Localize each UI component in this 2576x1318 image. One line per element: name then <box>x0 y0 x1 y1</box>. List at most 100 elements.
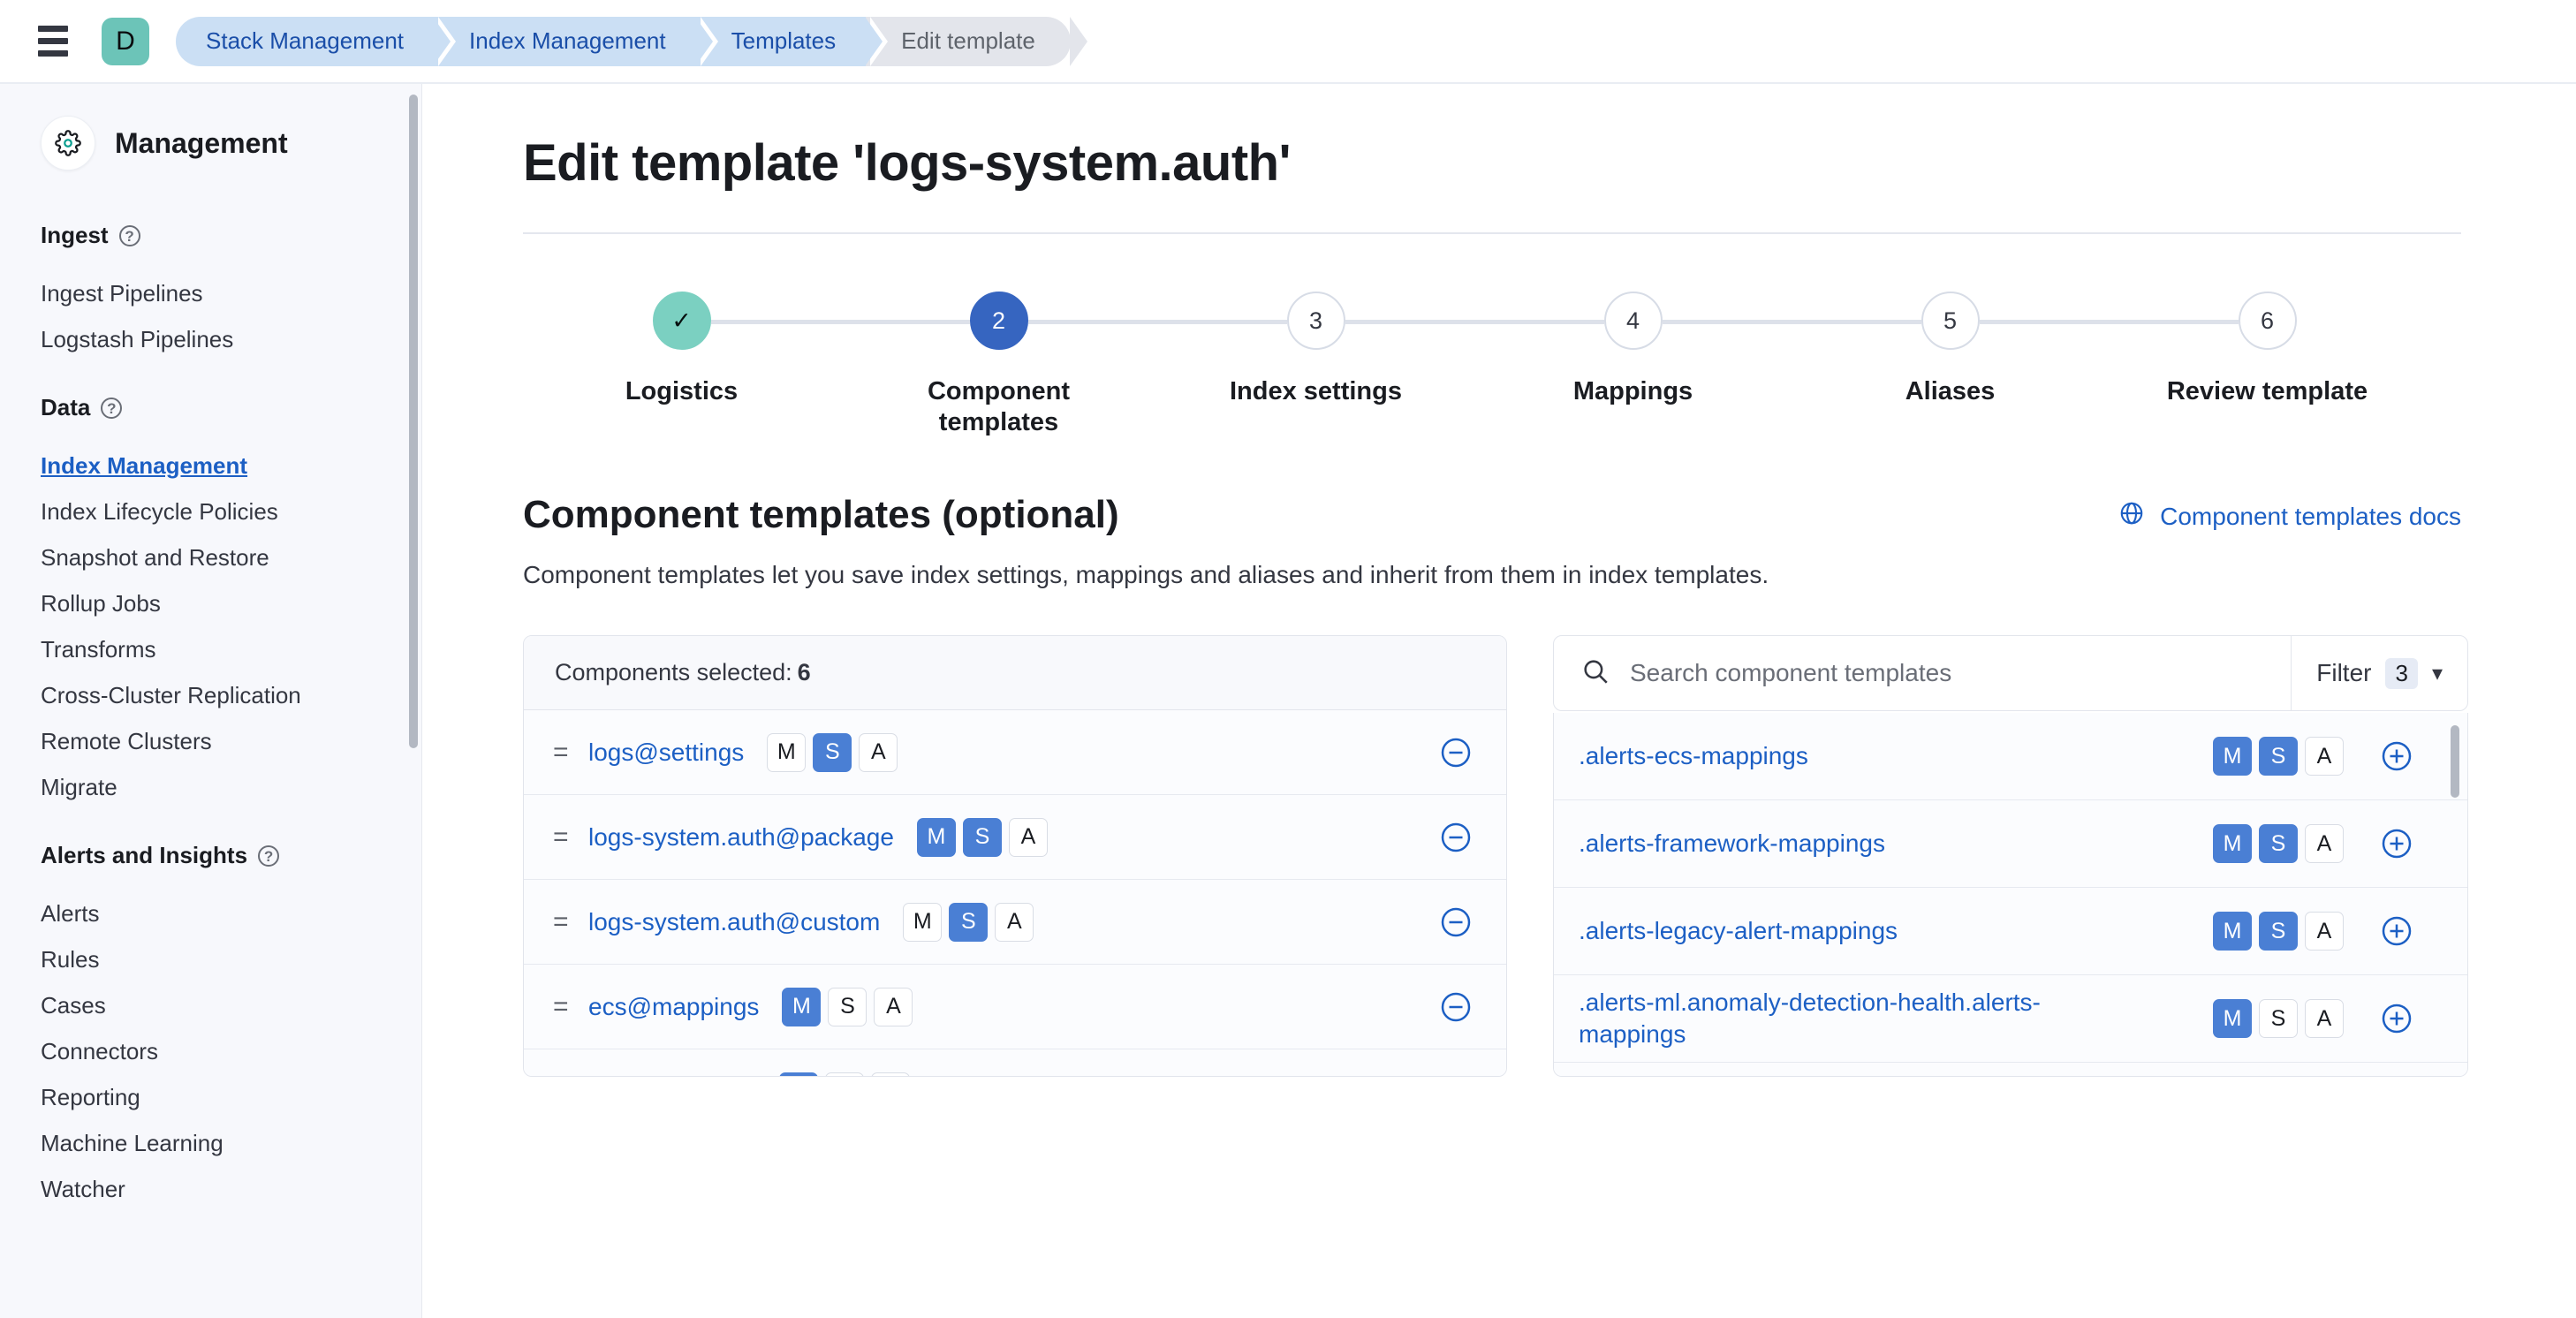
component-name-link[interactable]: ecs@mappings <box>588 993 759 1021</box>
badge-settings[interactable]: S <box>962 817 1002 857</box>
badge-mappings[interactable]: M <box>767 732 807 772</box>
sidebar-group-label: Data <box>41 394 91 420</box>
breadcrumb-item-templates[interactable]: Templates <box>695 16 888 66</box>
badge-mappings[interactable]: M <box>903 902 943 942</box>
sidebar-scrollbar[interactable] <box>409 95 418 748</box>
selected-components-label: Components selected: <box>555 659 792 686</box>
badge-mappings[interactable]: M <box>2213 912 2252 951</box>
plus-circle-icon[interactable] <box>2377 912 2416 951</box>
sidebar-item-machine-learning[interactable]: Machine Learning <box>41 1120 421 1166</box>
filter-button[interactable]: Filter 3 ▾ <box>2291 636 2467 710</box>
step-circle: 2 <box>969 292 1028 350</box>
badge-settings[interactable]: S <box>2259 824 2298 863</box>
badge-settings[interactable]: S <box>949 902 989 942</box>
plus-circle-icon[interactable] <box>2377 824 2416 863</box>
step-logistics[interactable]: ✓ Logistics <box>523 292 840 439</box>
drag-handle-icon[interactable]: = <box>553 822 588 852</box>
badge-aliases[interactable]: A <box>2305 824 2344 863</box>
minus-circle-icon[interactable] <box>1436 903 1475 942</box>
sidebar-item-transforms[interactable]: Transforms <box>41 626 421 672</box>
drag-handle-icon[interactable]: = <box>553 738 588 768</box>
badge-mappings[interactable]: M <box>778 1072 818 1076</box>
component-name-link[interactable]: logs-system.auth@custom <box>588 908 880 936</box>
minus-circle-icon[interactable] <box>1436 1072 1475 1077</box>
badge-aliases[interactable]: A <box>2305 999 2344 1038</box>
step-aliases[interactable]: 5 Aliases <box>1792 292 2109 439</box>
component-templates-docs-link[interactable]: Component templates docs <box>2118 500 2461 533</box>
sidebar-item-rules[interactable]: Rules <box>41 936 421 982</box>
badge-settings[interactable]: S <box>824 1072 864 1076</box>
badge-settings[interactable]: S <box>828 987 868 1026</box>
drag-handle-icon[interactable]: = <box>553 907 588 937</box>
avatar[interactable]: D <box>102 17 149 65</box>
sidebar-item-alerts[interactable]: Alerts <box>41 890 421 936</box>
sidebar-item-migrate[interactable]: Migrate <box>41 764 421 810</box>
results-scrollbar[interactable] <box>2451 725 2459 798</box>
component-name-link[interactable]: .alerts-ml.anomaly-detection-health.aler… <box>1579 987 2144 1051</box>
badge-group: M S A <box>2213 999 2344 1038</box>
breadcrumb-item-index-management[interactable]: Index Management <box>434 16 718 66</box>
minus-circle-icon[interactable] <box>1436 818 1475 857</box>
drag-handle-icon[interactable]: = <box>553 1077 588 1078</box>
badge-aliases[interactable]: A <box>2305 912 2344 951</box>
sidebar-item-reporting[interactable]: Reporting <box>41 1074 421 1120</box>
sidebar-group-label: Ingest <box>41 222 109 248</box>
badge-mappings[interactable]: M <box>2213 999 2252 1038</box>
step-mappings[interactable]: 4 Mappings <box>1474 292 1792 439</box>
sidebar-item-ingest-pipelines[interactable]: Ingest Pipelines <box>41 270 421 316</box>
badge-mappings[interactable]: M <box>916 817 956 857</box>
sidebar-item-logstash-pipelines[interactable]: Logstash Pipelines <box>41 316 421 362</box>
help-icon[interactable]: ? <box>258 845 280 867</box>
component-name-link[interactable]: .alerts-legacy-alert-mappings <box>1579 915 1898 947</box>
minus-circle-icon[interactable] <box>1436 733 1475 772</box>
plus-circle-icon[interactable] <box>2377 737 2416 776</box>
wizard-stepper: ✓ Logistics 2 Component templates 3 Inde… <box>523 292 2426 442</box>
sidebar-item-index-lifecycle-policies[interactable]: Index Lifecycle Policies <box>41 489 421 534</box>
badge-aliases[interactable]: A <box>859 732 898 772</box>
step-component-templates[interactable]: 2 Component templates <box>840 292 1157 439</box>
table-row: = .fleet_globals-1 M S A <box>524 1049 1506 1078</box>
docs-link-label: Component templates docs <box>2160 502 2461 530</box>
sidebar-item-watcher[interactable]: Watcher <box>41 1166 421 1212</box>
badge-settings[interactable]: S <box>2259 737 2298 776</box>
badge-aliases[interactable]: A <box>874 987 913 1026</box>
drag-handle-icon[interactable]: = <box>553 992 588 1022</box>
badge-mappings[interactable]: M <box>2213 824 2252 863</box>
help-icon[interactable]: ? <box>101 397 123 419</box>
component-templates-search-panel: Filter 3 ▾ .alerts-ecs-mappings M S A <box>1553 635 2468 1077</box>
sidebar-item-snapshot-and-restore[interactable]: Snapshot and Restore <box>41 534 421 580</box>
sidebar-item-remote-clusters[interactable]: Remote Clusters <box>41 718 421 764</box>
component-name-link[interactable]: .alerts-framework-mappings <box>1579 828 1885 860</box>
component-name-link[interactable]: .alerts-ecs-mappings <box>1579 740 1808 772</box>
sidebar-item-rollup-jobs[interactable]: Rollup Jobs <box>41 580 421 626</box>
step-label: Aliases <box>1905 377 1996 405</box>
sidebar-item-connectors[interactable]: Connectors <box>41 1028 421 1074</box>
plus-circle-icon[interactable] <box>2377 999 2416 1038</box>
badge-mappings[interactable]: M <box>782 987 822 1026</box>
breadcrumb-item-stack-management[interactable]: Stack Management <box>176 16 457 66</box>
list-item: .alerts-ml.anomaly-detection.alerts-mapp… <box>1554 1063 2467 1076</box>
badge-settings[interactable]: S <box>2259 912 2298 951</box>
search-input[interactable] <box>1630 659 2292 687</box>
hamburger-menu-icon[interactable] <box>30 19 76 64</box>
sidebar-item-index-management[interactable]: Index Management <box>41 443 421 489</box>
step-label: Index settings <box>1230 377 1402 405</box>
badge-aliases[interactable]: A <box>995 902 1034 942</box>
sidebar-item-cross-cluster-replication[interactable]: Cross-Cluster Replication <box>41 672 421 718</box>
step-review-template[interactable]: 6 Review template <box>2109 292 2426 439</box>
filter-count-badge: 3 <box>2385 657 2418 689</box>
badge-aliases[interactable]: A <box>2305 737 2344 776</box>
badge-aliases[interactable]: A <box>870 1072 910 1076</box>
badge-mappings[interactable]: M <box>2213 737 2252 776</box>
badge-aliases[interactable]: A <box>1008 817 1048 857</box>
table-row: = logs@settings M S A <box>524 710 1506 795</box>
sidebar-item-cases[interactable]: Cases <box>41 982 421 1028</box>
step-index-settings[interactable]: 3 Index settings <box>1157 292 1474 439</box>
component-name-link[interactable]: logs-system.auth@package <box>588 823 894 852</box>
badge-settings[interactable]: S <box>2259 999 2298 1038</box>
component-name-link[interactable]: logs@settings <box>588 739 744 767</box>
minus-circle-icon[interactable] <box>1436 988 1475 1026</box>
badge-settings[interactable]: S <box>813 732 852 772</box>
step-circle: 6 <box>2238 292 2297 350</box>
help-icon[interactable]: ? <box>118 224 140 246</box>
